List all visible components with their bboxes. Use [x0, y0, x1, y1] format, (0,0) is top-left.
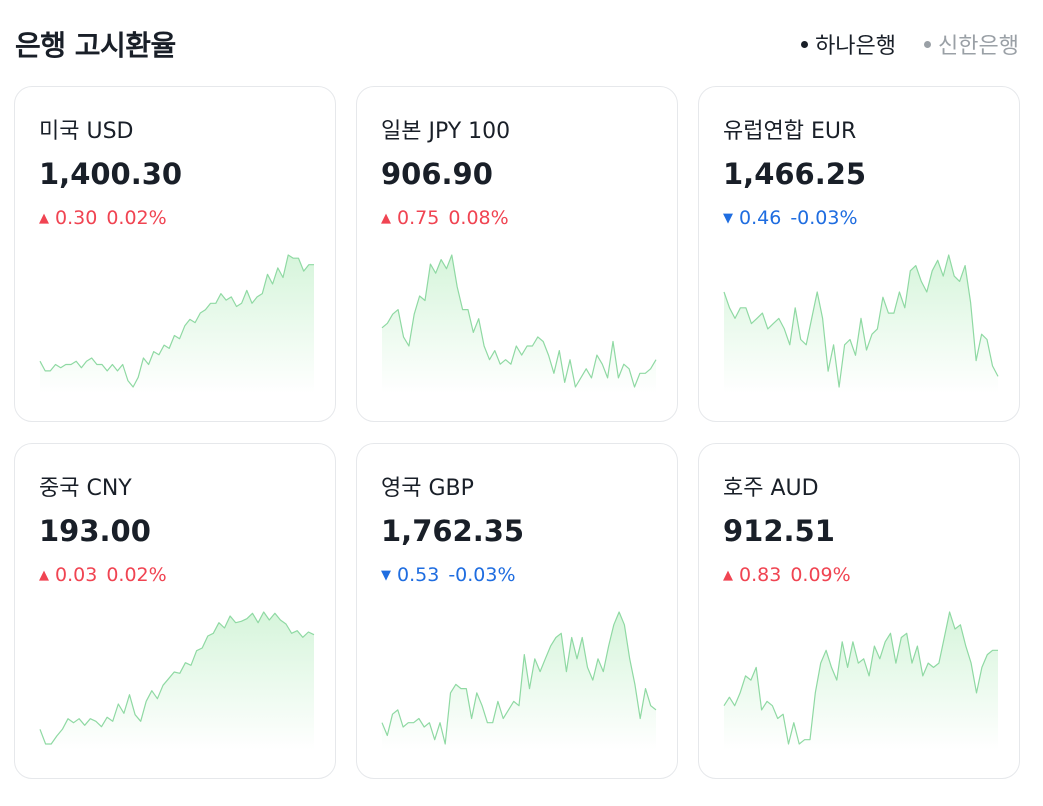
- up-triangle-icon: ▲: [381, 210, 391, 226]
- currency-name: 중국 CNY: [39, 476, 132, 501]
- change-amount: 0.75: [397, 207, 440, 229]
- down-triangle-icon: ▼: [381, 567, 391, 583]
- exchange-rate: 193.00: [39, 514, 151, 548]
- change-percent: -0.03%: [790, 207, 858, 229]
- sparkline-area: [724, 255, 998, 393]
- sparkline-area: [382, 612, 656, 750]
- bank-option-label: 신한은행: [938, 34, 1019, 59]
- change-percent: 0.08%: [448, 207, 509, 229]
- currency-card-usd[interactable]: 미국 USD 1,400.30 ▲ 0.30 0.02%: [14, 86, 336, 422]
- exchange-rate: 1,466.25: [723, 157, 867, 191]
- currency-name: 미국 USD: [39, 119, 134, 144]
- up-triangle-icon: ▲: [39, 567, 49, 583]
- currency-card-jpy[interactable]: 일본 JPY 100 906.90 ▲ 0.75 0.08%: [356, 86, 678, 422]
- change-amount: 0.30: [55, 207, 98, 229]
- change-amount: 0.53: [397, 564, 440, 586]
- change-amount: 0.83: [739, 564, 782, 586]
- currency-card-aud[interactable]: 호주 AUD 912.51 ▲ 0.83 0.09%: [698, 443, 1020, 779]
- sparkline-chart: [723, 254, 999, 393]
- page-title: 은행 고시환율: [15, 29, 176, 62]
- bank-selector: 하나은행 신한은행: [801, 28, 1019, 60]
- bank-option-label: 하나은행: [815, 34, 897, 59]
- sparkline-area: [40, 255, 314, 393]
- rate-change: ▲ 0.75 0.08%: [381, 207, 509, 229]
- rate-change: ▲ 0.83 0.09%: [723, 564, 851, 586]
- up-triangle-icon: ▲: [39, 210, 49, 226]
- header: 은행 고시환율 하나은행 신한은행: [0, 0, 1043, 86]
- rate-change: ▼ 0.53 -0.03%: [381, 564, 516, 586]
- selected-dot-icon: [801, 40, 809, 48]
- sparkline-chart: [723, 611, 998, 750]
- change-percent: 0.02%: [106, 207, 167, 229]
- sparkline-chart: [381, 611, 657, 750]
- currency-name: 호주 AUD: [723, 476, 819, 501]
- exchange-rate: 912.51: [723, 514, 835, 548]
- currency-name: 유럽연합 EUR: [723, 119, 857, 144]
- change-percent: 0.09%: [790, 564, 851, 586]
- exchange-rate: 1,400.30: [39, 157, 183, 191]
- exchange-rate: 906.90: [381, 157, 493, 191]
- unselected-dot-icon: [924, 40, 932, 48]
- bank-option-hana[interactable]: 하나은행: [801, 28, 896, 60]
- sparkline-chart: [39, 254, 314, 393]
- sparkline-chart: [39, 611, 315, 750]
- currency-name: 영국 GBP: [381, 476, 474, 501]
- change-amount: 0.46: [739, 207, 782, 229]
- sparkline-area: [382, 255, 656, 393]
- exchange-rate: 1,762.35: [381, 514, 525, 548]
- sparkline-area: [724, 612, 998, 750]
- bank-option-shinhan[interactable]: 신한은행: [924, 28, 1019, 60]
- sparkline-area: [40, 612, 314, 750]
- down-triangle-icon: ▼: [723, 210, 733, 226]
- currency-card-gbp[interactable]: 영국 GBP 1,762.35 ▼ 0.53 -0.03%: [356, 443, 678, 779]
- sparkline-chart: [381, 254, 657, 393]
- change-percent: -0.03%: [448, 564, 516, 586]
- rate-change: ▲ 0.30 0.02%: [39, 207, 167, 229]
- rate-change: ▼ 0.46 -0.03%: [723, 207, 858, 229]
- rate-change: ▲ 0.03 0.02%: [39, 564, 167, 586]
- up-triangle-icon: ▲: [723, 567, 733, 583]
- currency-card-eur[interactable]: 유럽연합 EUR 1,466.25 ▼ 0.46 -0.03%: [698, 86, 1020, 422]
- change-percent: 0.02%: [106, 564, 167, 586]
- change-amount: 0.03: [55, 564, 98, 586]
- currency-name: 일본 JPY 100: [381, 119, 511, 144]
- currency-card-cny[interactable]: 중국 CNY 193.00 ▲ 0.03 0.02%: [14, 443, 336, 779]
